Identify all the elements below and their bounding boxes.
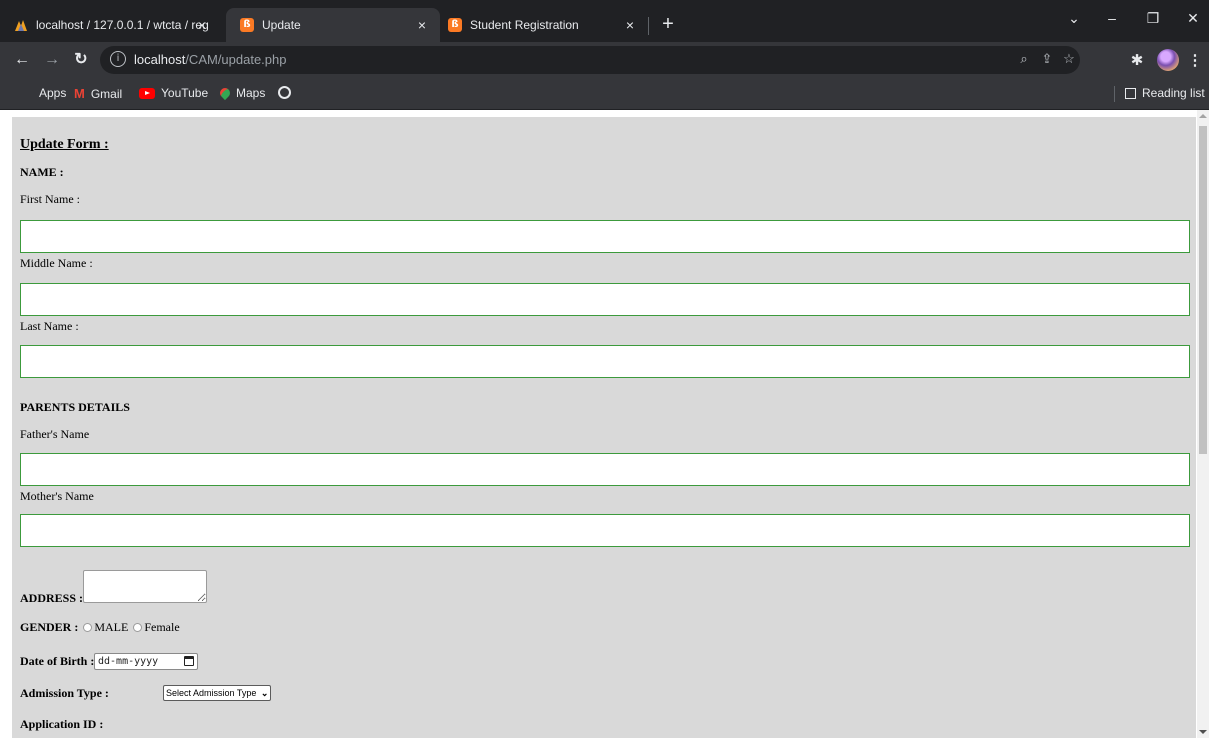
address-textarea[interactable] <box>83 570 207 603</box>
profile-avatar[interactable] <box>1157 49 1179 71</box>
female-radio-label: Female <box>144 620 180 634</box>
close-window-icon[interactable]: ✕ <box>1181 10 1205 27</box>
maps-icon <box>217 85 233 101</box>
father-name-input[interactable] <box>20 453 1190 486</box>
bookmark-globe[interactable] <box>278 86 297 99</box>
reload-icon[interactable]: ↻ <box>70 49 92 71</box>
bookmark-maps[interactable]: Maps <box>217 85 266 101</box>
application-id-label: Application ID : <box>20 717 104 731</box>
minimize-icon[interactable]: – <box>1100 10 1124 26</box>
bookmark-label: Maps <box>236 86 266 100</box>
tab-search-icon[interactable]: ⌄ <box>1062 10 1086 27</box>
zoom-icon[interactable]: ⌕ <box>1015 51 1033 67</box>
first-name-label: First Name : <box>20 192 80 206</box>
share-icon[interactable]: ⇪ <box>1038 51 1056 67</box>
middle-name-label: Middle Name : <box>20 256 93 270</box>
bookmarks-bar: Apps M Gmail YouTube Maps Reading list <box>0 78 1209 110</box>
father-name-label: Father's Name <box>20 427 90 441</box>
reading-list-icon <box>1125 87 1136 99</box>
close-tab-icon[interactable]: × <box>622 17 638 33</box>
middle-name-input[interactable] <box>20 283 1190 316</box>
name-heading: NAME : <box>20 165 64 179</box>
browser-toolbar: ← → ↻ i localhost/CAM/update.php ⌕ ⇪ ☆ ✱… <box>0 42 1209 78</box>
male-radio-label: MALE <box>94 620 129 634</box>
xampp-icon: ß <box>448 18 462 32</box>
male-radio[interactable] <box>83 623 93 632</box>
tab-phpmyadmin[interactable]: localhost / 127.0.0.1 / wtcta / reg × <box>0 8 220 42</box>
gmail-icon: M <box>74 86 85 101</box>
update-form: Update Form : NAME : First Name : Middle… <box>12 117 1196 738</box>
bookmark-star-icon[interactable]: ☆ <box>1060 51 1078 67</box>
dob-label: Date of Birth : <box>20 654 95 668</box>
new-tab-button[interactable]: + <box>656 13 680 37</box>
mother-name-label: Mother's Name <box>20 489 94 503</box>
restore-icon[interactable]: ❐ <box>1141 10 1165 27</box>
page-scrollbar[interactable] <box>1197 110 1209 738</box>
tab-label: localhost / 127.0.0.1 / wtcta / reg <box>36 18 209 32</box>
tab-strip: localhost / 127.0.0.1 / wtcta / reg × ß … <box>0 0 1209 42</box>
tab-divider <box>648 17 649 35</box>
reading-list-button[interactable]: Reading list <box>1125 86 1205 100</box>
female-radio[interactable] <box>133 623 143 632</box>
bookmark-label: YouTube <box>161 86 209 100</box>
bookmark-gmail[interactable]: M Gmail <box>74 86 122 101</box>
address-label: ADDRESS : <box>20 591 84 605</box>
dob-placeholder: dd-mm-yyyy <box>98 656 159 667</box>
address-bar[interactable]: i localhost/CAM/update.php ⌕ ⇪ ☆ <box>100 46 1080 74</box>
apps-grid-icon <box>21 87 33 99</box>
gender-row: GENDER : MALE Female <box>20 620 180 635</box>
last-name-input[interactable] <box>20 345 1190 378</box>
xampp-icon: ß <box>240 18 254 32</box>
menu-icon[interactable]: ⋮ <box>1185 51 1205 69</box>
page-viewport: Update Form : NAME : First Name : Middle… <box>0 110 1209 738</box>
globe-icon <box>278 86 291 99</box>
tab-label: Student Registration <box>470 18 579 32</box>
mother-name-input[interactable] <box>20 514 1190 547</box>
tab-update[interactable]: ß Update × <box>226 8 440 42</box>
phpmyadmin-icon <box>14 18 28 32</box>
admission-type-select[interactable]: Select Admission Type ⌄ <box>163 685 272 701</box>
reading-list-label: Reading list <box>1142 86 1205 100</box>
tab-label: Update <box>262 18 301 32</box>
close-tab-icon[interactable]: × <box>194 17 210 33</box>
admission-type-label: Admission Type : <box>20 686 109 700</box>
form-title: Update Form : <box>20 137 109 152</box>
gender-label: GENDER : <box>20 620 79 634</box>
info-icon[interactable]: i <box>110 51 126 67</box>
bookmark-apps[interactable]: Apps <box>21 86 66 100</box>
close-tab-icon[interactable]: × <box>414 17 430 33</box>
back-icon[interactable]: ← <box>11 49 33 71</box>
chevron-down-icon: ⌄ <box>260 688 269 698</box>
bookmark-label: Apps <box>39 86 67 100</box>
first-name-input[interactable] <box>20 220 1190 253</box>
dob-date-input[interactable]: dd-mm-yyyy <box>94 653 198 670</box>
forward-icon[interactable]: → <box>41 49 63 71</box>
extensions-icon[interactable]: ✱ <box>1127 51 1147 69</box>
bookmark-label: Gmail <box>90 86 123 101</box>
scroll-up-icon[interactable] <box>1199 114 1207 118</box>
scroll-down-icon[interactable] <box>1199 730 1207 734</box>
admission-type-value: Select Admission Type <box>166 688 257 698</box>
tab-student-registration[interactable]: ß Student Registration × <box>434 8 648 42</box>
youtube-icon <box>139 87 155 99</box>
parents-heading: PARENTS DETAILS <box>20 400 130 414</box>
last-name-label: Last Name : <box>20 319 79 333</box>
bookmarks-divider <box>1114 86 1115 102</box>
scrollbar-thumb[interactable] <box>1199 126 1207 454</box>
calendar-icon[interactable] <box>184 656 194 666</box>
bookmark-youtube[interactable]: YouTube <box>139 86 208 100</box>
url-text[interactable]: localhost/CAM/update.php <box>134 52 287 67</box>
